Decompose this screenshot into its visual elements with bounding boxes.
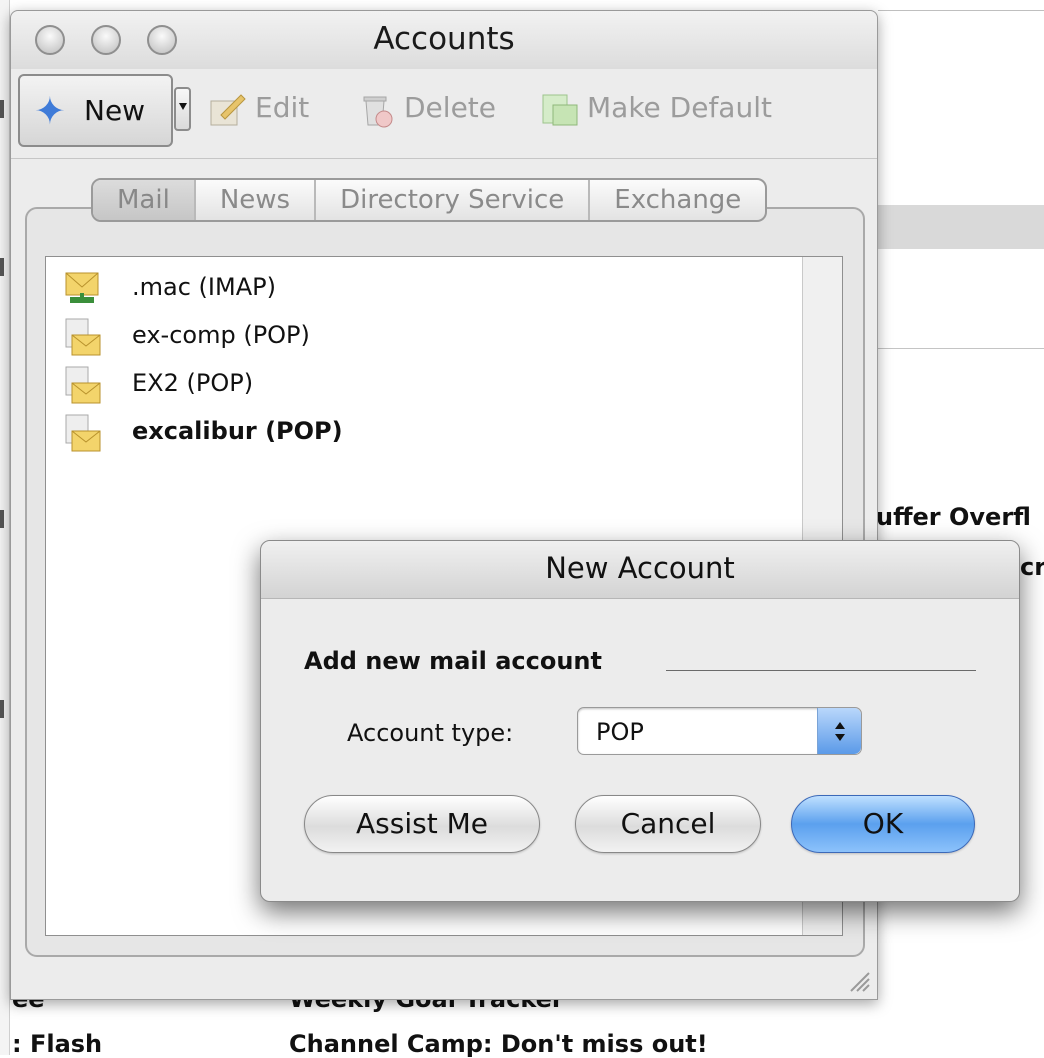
cancel-button[interactable]: Cancel (575, 795, 761, 853)
edit-button[interactable]: Edit (207, 89, 309, 133)
new-star-icon: ✦ (34, 89, 66, 133)
tab-news[interactable]: News (196, 180, 317, 220)
accounts-window-title: Accounts (373, 21, 515, 57)
assist-me-button[interactable]: Assist Me (304, 795, 540, 853)
ok-button[interactable]: OK (791, 795, 975, 853)
account-type-label: Account type: (347, 719, 514, 747)
pop-account-icon (65, 318, 101, 356)
background-marker (0, 700, 4, 718)
pop-account-icon (65, 414, 101, 452)
make-default-button[interactable]: Make Default (539, 89, 772, 133)
delete-button[interactable]: Delete (356, 89, 496, 133)
account-type-value: POP (596, 718, 644, 746)
background-marker (0, 510, 4, 528)
add-account-heading: Add new mail account (304, 647, 602, 675)
make-default-icon (542, 94, 578, 126)
new-menu-arrow-button[interactable] (174, 87, 191, 131)
delete-button-label: Delete (404, 91, 496, 124)
tab-mail[interactable]: Mail (93, 180, 196, 220)
background-marker (0, 258, 4, 276)
background-marker (0, 100, 4, 118)
background-top-border (878, 10, 1044, 11)
background-row-sender: : Flash (12, 1030, 103, 1058)
imap-account-icon (65, 272, 99, 303)
background-divider (878, 348, 1044, 349)
popup-arrows-icon[interactable] (817, 708, 861, 754)
background-list-fragment: uffer Overfl (876, 503, 1031, 531)
new-button-label: New (84, 94, 146, 127)
account-name: .mac (IMAP) (132, 273, 276, 301)
new-account-button[interactable]: ✦ New (18, 74, 173, 147)
edit-icon (210, 94, 246, 126)
account-type-tabs: Mail News Directory Service Exchange (91, 178, 768, 222)
tab-exchange[interactable]: Exchange (590, 180, 765, 220)
tab-directory-service[interactable]: Directory Service (316, 180, 591, 220)
background-header-bar (878, 205, 1044, 249)
pop-account-icon (65, 366, 101, 404)
background-list-fragment: cr (1020, 553, 1044, 581)
accounts-titlebar[interactable]: Accounts (11, 11, 877, 69)
accounts-toolbar: ✦ New Edit Delete Make Default (11, 69, 877, 159)
new-account-dialog: New Account Add new mail account Account… (260, 540, 1020, 902)
resize-grip-icon[interactable] (845, 967, 871, 993)
heading-divider (666, 670, 976, 671)
make-default-button-label: Make Default (587, 91, 772, 124)
new-account-titlebar[interactable]: New Account (261, 541, 1019, 599)
edit-button-label: Edit (255, 91, 310, 124)
account-name: ex-comp (POP) (132, 321, 310, 349)
trash-icon (363, 96, 393, 128)
new-account-title: New Account (545, 551, 735, 585)
account-name: EX2 (POP) (132, 369, 254, 397)
background-row-subject: Channel Camp: Don't miss out! (289, 1030, 708, 1058)
account-name: excalibur (POP) (132, 417, 343, 445)
account-type-select[interactable]: POP (577, 707, 862, 755)
